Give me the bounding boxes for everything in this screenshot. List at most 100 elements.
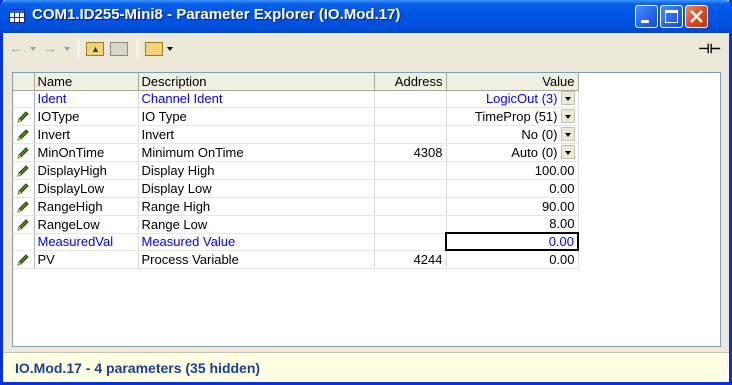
table-row[interactable]: MeasuredVal Measured Value 0.00 xyxy=(13,232,579,251)
description-cell[interactable]: Range Low xyxy=(138,215,375,234)
dropdown-arrow-icon[interactable] xyxy=(560,144,575,159)
value-column-header[interactable]: Value xyxy=(446,73,579,91)
value-text: Auto (0) xyxy=(511,144,558,160)
window-title: COM1.ID255-Mini8 - Parameter Explorer (I… xyxy=(32,6,401,23)
toolbar-separator xyxy=(78,39,79,59)
address-cell[interactable] xyxy=(374,107,447,126)
name-cell[interactable]: RangeHigh xyxy=(34,197,139,216)
table-row[interactable]: RangeHigh Range High 90.00 xyxy=(13,197,579,216)
table-row[interactable]: MinOnTime Minimum OnTime 4308 Auto (0) xyxy=(13,143,579,162)
folder-up-icon[interactable]: ▲ xyxy=(86,42,104,56)
forward-arrow-icon[interactable]: → xyxy=(43,40,57,56)
open-folder-icon[interactable] xyxy=(145,42,163,56)
maximize-button[interactable] xyxy=(660,5,683,28)
address-column-header[interactable]: Address xyxy=(374,73,447,91)
description-cell[interactable]: Process Variable xyxy=(138,250,375,269)
value-cell[interactable]: 0.00 xyxy=(445,232,579,251)
value-cell[interactable]: 0.00 xyxy=(446,250,579,269)
description-cell[interactable]: Measured Value xyxy=(138,233,375,251)
name-cell[interactable]: PV xyxy=(34,250,139,269)
title-bar[interactable]: COM1.ID255-Mini8 - Parameter Explorer (I… xyxy=(0,0,732,33)
address-cell[interactable] xyxy=(374,233,447,251)
row-gutter xyxy=(13,143,35,162)
name-column-header[interactable]: Name xyxy=(34,73,139,91)
row-gutter xyxy=(13,215,35,234)
address-cell[interactable]: 4308 xyxy=(374,143,447,162)
row-gutter xyxy=(13,90,35,108)
name-cell[interactable]: MeasuredVal xyxy=(34,233,139,251)
open-dropdown-caret[interactable] xyxy=(167,47,173,51)
value-cell[interactable]: TimeProp (51) xyxy=(446,107,579,126)
value-cell[interactable]: Auto (0) xyxy=(446,143,579,162)
table-row[interactable]: IOType IO Type TimeProp (51) xyxy=(13,107,579,126)
back-dropdown-caret[interactable] xyxy=(30,47,36,51)
value-text: 0.00 xyxy=(549,251,575,267)
table-row[interactable]: RangeLow Range Low 8.00 xyxy=(13,215,579,234)
address-cell[interactable] xyxy=(374,197,447,216)
value-text: No (0) xyxy=(521,126,558,142)
name-cell[interactable]: DisplayHigh xyxy=(34,161,139,180)
description-cell[interactable]: Invert xyxy=(138,125,375,144)
name-cell[interactable]: IOType xyxy=(34,107,139,126)
description-cell[interactable]: IO Type xyxy=(138,107,375,126)
description-cell[interactable]: Channel Ident xyxy=(138,90,375,108)
status-text: IO.Mod.17 - 4 parameters (35 hidden) xyxy=(15,360,261,376)
pencil-icon xyxy=(17,182,29,195)
address-cell[interactable] xyxy=(374,125,447,144)
name-cell[interactable]: MinOnTime xyxy=(34,143,139,162)
address-cell[interactable]: 4244 xyxy=(374,250,447,269)
table-header-row: Name Description Address Value xyxy=(13,73,579,91)
parameter-grid: Name Description Address Value Ident Chan… xyxy=(12,72,721,347)
row-gutter xyxy=(13,233,35,251)
pencil-icon xyxy=(17,146,29,159)
address-cell[interactable] xyxy=(374,90,447,108)
back-arrow-icon[interactable]: ← xyxy=(9,40,23,56)
value-text: LogicOut (3) xyxy=(485,91,558,106)
table-row[interactable]: Invert Invert No (0) xyxy=(13,125,579,144)
close-icon xyxy=(690,10,703,23)
address-cell[interactable] xyxy=(374,215,447,234)
description-cell[interactable]: Minimum OnTime xyxy=(138,143,375,162)
value-text: 0.00 xyxy=(548,234,574,249)
close-button[interactable] xyxy=(685,5,708,28)
row-gutter xyxy=(13,250,35,269)
name-cell[interactable]: Invert xyxy=(34,125,139,144)
table-row[interactable]: DisplayLow Display Low 0.00 xyxy=(13,179,579,198)
value-cell[interactable]: 90.00 xyxy=(446,197,579,216)
name-cell[interactable]: Ident xyxy=(34,90,139,108)
value-cell[interactable]: 100.00 xyxy=(446,161,579,180)
table-row[interactable]: DisplayHigh Display High 100.00 xyxy=(13,161,579,180)
table-app-icon xyxy=(9,9,25,23)
pencil-icon xyxy=(17,164,29,177)
table-row[interactable]: PV Process Variable 4244 0.00 xyxy=(13,250,579,269)
pin-icon[interactable]: ⊣⊢ xyxy=(698,41,721,57)
minimize-icon xyxy=(641,20,649,23)
address-cell[interactable] xyxy=(374,179,447,198)
minimize-button[interactable] xyxy=(635,5,658,28)
toolbar: ← → ▲ ⊣⊢ xyxy=(3,33,729,65)
dropdown-arrow-icon[interactable] xyxy=(560,91,575,105)
value-text: 90.00 xyxy=(541,198,575,214)
value-text: TimeProp (51) xyxy=(474,108,558,124)
value-text: 100.00 xyxy=(534,162,575,178)
description-column-header[interactable]: Description xyxy=(138,73,375,91)
maximize-icon xyxy=(665,10,678,23)
forward-dropdown-caret[interactable] xyxy=(64,47,70,51)
value-text: 8.00 xyxy=(549,216,575,232)
value-cell[interactable]: No (0) xyxy=(446,125,579,144)
description-cell[interactable]: Range High xyxy=(138,197,375,216)
value-cell[interactable]: 8.00 xyxy=(446,215,579,234)
value-cell[interactable]: LogicOut (3) xyxy=(446,90,579,108)
gutter-header xyxy=(13,73,35,91)
toolbar-separator xyxy=(137,39,138,59)
value-cell[interactable]: 0.00 xyxy=(446,179,579,198)
address-cell[interactable] xyxy=(374,161,447,180)
table-row[interactable]: Ident Channel Ident LogicOut (3) xyxy=(13,90,579,108)
name-cell[interactable]: RangeLow xyxy=(34,215,139,234)
name-cell[interactable]: DisplayLow xyxy=(34,179,139,198)
description-cell[interactable]: Display Low xyxy=(138,179,375,198)
dropdown-arrow-icon[interactable] xyxy=(560,126,575,141)
folder-icon[interactable] xyxy=(110,42,128,56)
description-cell[interactable]: Display High xyxy=(138,161,375,180)
dropdown-arrow-icon[interactable] xyxy=(560,108,575,123)
